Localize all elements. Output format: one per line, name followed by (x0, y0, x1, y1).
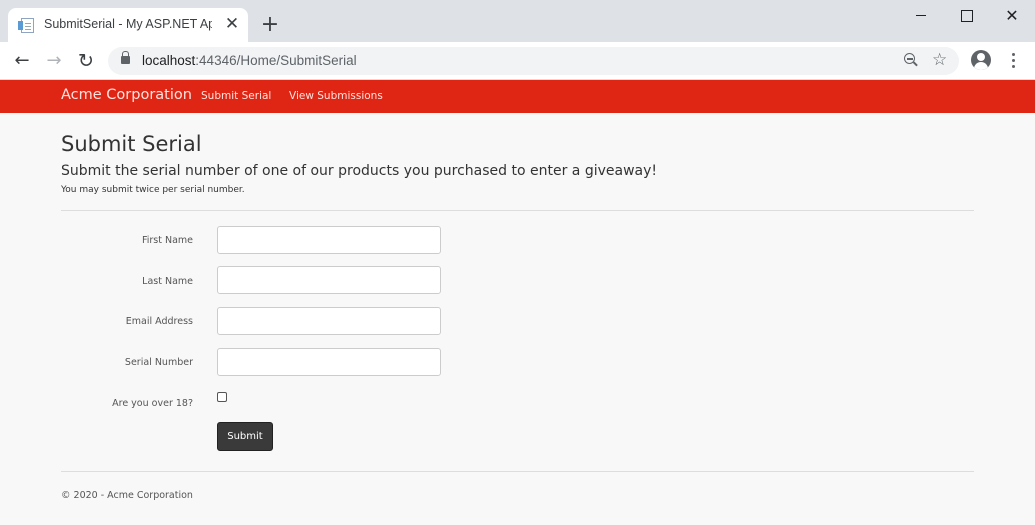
tab-close-icon[interactable]: ✕ (224, 14, 240, 34)
url-text[interactable]: localhost:44346/Home/SubmitSerial (142, 53, 357, 68)
email-input[interactable] (217, 307, 441, 335)
site-navbar: Acme Corporation Submit Serial View Subm… (0, 80, 1035, 113)
bookmark-star-icon[interactable]: ☆ (932, 50, 947, 70)
zoom-out-icon[interactable] (903, 52, 919, 68)
page-note: You may submit twice per serial number. (61, 185, 245, 195)
more-menu-icon[interactable] (1010, 52, 1016, 70)
serial-number-label: Serial Number (124, 357, 193, 368)
profile-avatar-icon[interactable] (971, 50, 991, 70)
reload-icon[interactable]: ↻ (75, 50, 97, 72)
nav-link-view-submissions[interactable]: View Submissions (289, 90, 383, 102)
first-name-input[interactable] (217, 226, 441, 254)
brand-link[interactable]: Acme Corporation (61, 87, 192, 103)
url-path: :44346/Home/SubmitSerial (195, 53, 357, 68)
new-tab-button[interactable]: + (259, 14, 281, 36)
divider (61, 210, 974, 211)
browser-toolbar: ← → ↻ localhost:44346/Home/SubmitSerial … (0, 42, 1035, 80)
browser-tab[interactable]: SubmitSerial - My ASP.NET Application ✕ (8, 8, 248, 42)
window-close-button[interactable]: ✕ (997, 4, 1027, 28)
window-maximize-button[interactable] (951, 4, 981, 28)
browser-tab-strip: SubmitSerial - My ASP.NET Application ✕ … (0, 0, 1035, 42)
over-18-label: Are you over 18? (112, 398, 193, 409)
last-name-label: Last Name (142, 276, 193, 287)
email-label: Email Address (125, 316, 193, 327)
last-name-input[interactable] (217, 266, 441, 294)
lock-icon[interactable] (121, 51, 130, 64)
serial-number-input[interactable] (217, 348, 441, 376)
tab-title: SubmitSerial - My ASP.NET Application (44, 17, 212, 31)
page-favicon-icon (18, 18, 34, 33)
forward-arrow-icon[interactable]: → (43, 50, 65, 72)
address-bar[interactable]: localhost:44346/Home/SubmitSerial ☆ (108, 47, 959, 75)
over-18-checkbox[interactable] (217, 392, 227, 402)
first-name-label: First Name (141, 235, 193, 246)
footer-divider (61, 471, 974, 472)
nav-link-submit-serial[interactable]: Submit Serial (201, 90, 271, 102)
url-host: localhost (142, 53, 196, 68)
page-title: Submit Serial (61, 132, 202, 156)
back-arrow-icon[interactable]: ← (11, 50, 33, 72)
page-subtitle: Submit the serial number of one of our p… (61, 163, 658, 179)
window-minimize-button[interactable] (906, 4, 936, 28)
submit-button[interactable]: Submit (217, 422, 273, 451)
footer-text: © 2020 - Acme Corporation (61, 490, 193, 501)
